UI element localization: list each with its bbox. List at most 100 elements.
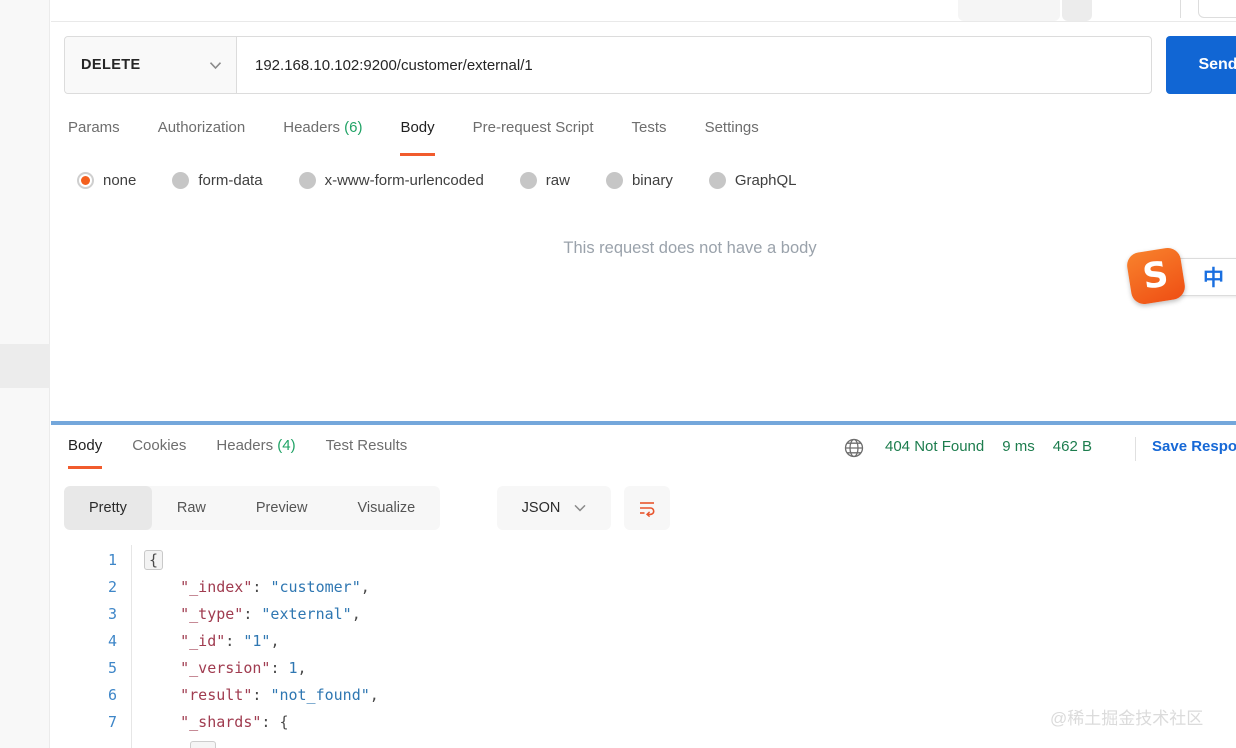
radio-button-icon bbox=[172, 172, 190, 189]
token-punct: { bbox=[149, 551, 159, 569]
radio-label: GraphQL bbox=[734, 172, 797, 189]
view-mode-visualize[interactable]: Visualize bbox=[332, 486, 440, 530]
tab-label: Body bbox=[400, 119, 435, 136]
view-mode-preview[interactable]: Preview bbox=[231, 486, 333, 530]
request-tabs: Params Authorization Headers (6) Body Pre-re… bbox=[68, 118, 759, 156]
response-tab-body[interactable]: Body bbox=[68, 436, 103, 469]
wrap-text-icon bbox=[640, 502, 655, 518]
code-line: 5 "_version": 1, bbox=[64, 655, 1236, 682]
save-response-button[interactable]: Save Response bbox=[1152, 438, 1236, 455]
token-punct: : bbox=[261, 713, 280, 731]
status-badge[interactable]: 404 Not Found bbox=[885, 438, 984, 455]
top-divider-line bbox=[1180, 0, 1181, 18]
token-key: "_type" bbox=[180, 605, 244, 623]
tab-label: Params bbox=[68, 119, 120, 136]
tab-label: Headers bbox=[283, 119, 340, 136]
response-meta: 404 Not Found 9 ms 462 B bbox=[885, 438, 1092, 455]
tab-label: Pre-request Script bbox=[472, 119, 594, 136]
line-number: 7 bbox=[107, 713, 117, 731]
globe-icon bbox=[844, 438, 864, 458]
token-punct: : bbox=[225, 632, 244, 650]
code-content[interactable]: "result": "not_found", bbox=[117, 682, 379, 709]
token-str: "external" bbox=[261, 605, 352, 623]
save-button-partial[interactable] bbox=[958, 0, 1060, 21]
format-label: JSON bbox=[521, 500, 561, 516]
response-tab-headers[interactable]: Headers (4) bbox=[216, 436, 295, 469]
line-number: 4 bbox=[107, 632, 117, 650]
line-number: 2 bbox=[107, 578, 117, 596]
line-number: 1 bbox=[107, 551, 117, 569]
code-line: 3 "_type": "external", bbox=[64, 601, 1236, 628]
body-type-form-data[interactable]: form-data bbox=[172, 172, 263, 189]
fold-marker-partial[interactable] bbox=[190, 741, 216, 748]
view-mode-raw[interactable]: Raw bbox=[152, 486, 231, 530]
body-type-selector: none form-data x-www-form-urlencoded raw bin… bbox=[77, 172, 797, 189]
token-punct: : bbox=[252, 686, 271, 704]
ime-language-mode[interactable]: 中 bbox=[1203, 262, 1224, 292]
sogou-logo-icon[interactable]: S bbox=[1125, 246, 1187, 306]
radio-button-icon bbox=[708, 172, 726, 189]
body-type-graphql[interactable]: GraphQL bbox=[708, 172, 797, 189]
token-key: "result" bbox=[180, 686, 253, 704]
request-tab-settings[interactable]: Settings bbox=[705, 118, 759, 156]
line-number: 5 bbox=[107, 659, 117, 677]
url-input[interactable] bbox=[237, 37, 1151, 93]
radio-label: x-www-form-urlencoded bbox=[324, 172, 484, 189]
line-number: 6 bbox=[107, 686, 117, 704]
code-content[interactable]: "_version": 1, bbox=[117, 655, 306, 682]
code-content[interactable]: { bbox=[117, 547, 164, 574]
code-line: 4 "_id": "1", bbox=[64, 628, 1236, 655]
method-selector[interactable]: DELETE bbox=[65, 37, 237, 93]
body-type-none[interactable]: none bbox=[77, 172, 136, 189]
radio-button-icon bbox=[77, 172, 94, 189]
sidebar-collapsed-tab[interactable] bbox=[0, 344, 50, 388]
request-tab-pre-request-script[interactable]: Pre-request Script bbox=[473, 118, 594, 156]
response-view-switcher: Pretty Raw Preview Visualize bbox=[64, 486, 441, 530]
radio-label: form-data bbox=[198, 172, 263, 189]
code-content[interactable]: "_type": "external", bbox=[117, 601, 361, 628]
postman-window: DELETE Send Params Authorization Headers (… bbox=[0, 0, 1236, 748]
code-content[interactable]: "_shards": { bbox=[117, 709, 289, 736]
token-key: "_version" bbox=[180, 659, 271, 677]
method-label: DELETE bbox=[81, 57, 141, 73]
token-str: "not_found" bbox=[270, 686, 370, 704]
token-punct: , bbox=[360, 578, 370, 596]
tab-label: Authorization bbox=[157, 119, 246, 136]
request-tab-headers[interactable]: Headers (6) bbox=[283, 118, 362, 156]
send-button[interactable]: Send bbox=[1166, 36, 1236, 94]
request-tab-body[interactable]: Body bbox=[400, 118, 435, 156]
tab-count-badge: (6) bbox=[339, 119, 363, 136]
fold-marker[interactable]: { bbox=[144, 550, 164, 570]
top-button-partial[interactable] bbox=[1198, 0, 1236, 18]
token-punct: : bbox=[252, 578, 271, 596]
code-content[interactable]: "_index": "customer", bbox=[117, 574, 370, 601]
pane-splitter-handle[interactable] bbox=[51, 421, 1236, 425]
body-type-binary[interactable]: binary bbox=[605, 172, 673, 189]
save-dropdown-partial[interactable] bbox=[1062, 0, 1092, 21]
tab-label: Test Results bbox=[325, 437, 408, 454]
token-num: 1 bbox=[288, 659, 298, 677]
line-number: 3 bbox=[107, 605, 117, 623]
token-punct: : bbox=[270, 659, 289, 677]
body-type-raw[interactable]: raw bbox=[519, 172, 570, 189]
request-tab-params[interactable]: Params bbox=[68, 118, 120, 156]
response-tab-test-results[interactable]: Test Results bbox=[326, 436, 408, 469]
response-size[interactable]: 462 B bbox=[1053, 438, 1092, 455]
empty-body-message: This request does not have a body bbox=[563, 239, 817, 257]
code-content[interactable]: "_id": "1", bbox=[117, 628, 279, 655]
token-str: "customer" bbox=[270, 578, 361, 596]
chevron-down-icon bbox=[574, 504, 586, 512]
response-tab-cookies[interactable]: Cookies bbox=[132, 436, 186, 469]
wrap-text-button[interactable] bbox=[624, 486, 670, 530]
request-tab-authorization[interactable]: Authorization bbox=[158, 118, 246, 156]
response-time[interactable]: 9 ms bbox=[1002, 438, 1035, 455]
view-mode-pretty[interactable]: Pretty bbox=[64, 486, 152, 530]
body-type-x-www-form-urlencoded[interactable]: x-www-form-urlencoded bbox=[298, 172, 484, 189]
token-punct: { bbox=[279, 713, 289, 731]
token-punct: : bbox=[243, 605, 262, 623]
sogou-logo-letter: S bbox=[1140, 254, 1172, 298]
request-tab-tests[interactable]: Tests bbox=[632, 118, 667, 156]
request-url-bar: DELETE bbox=[64, 36, 1152, 94]
token-key: "_index" bbox=[180, 578, 253, 596]
format-dropdown[interactable]: JSON bbox=[497, 486, 611, 530]
